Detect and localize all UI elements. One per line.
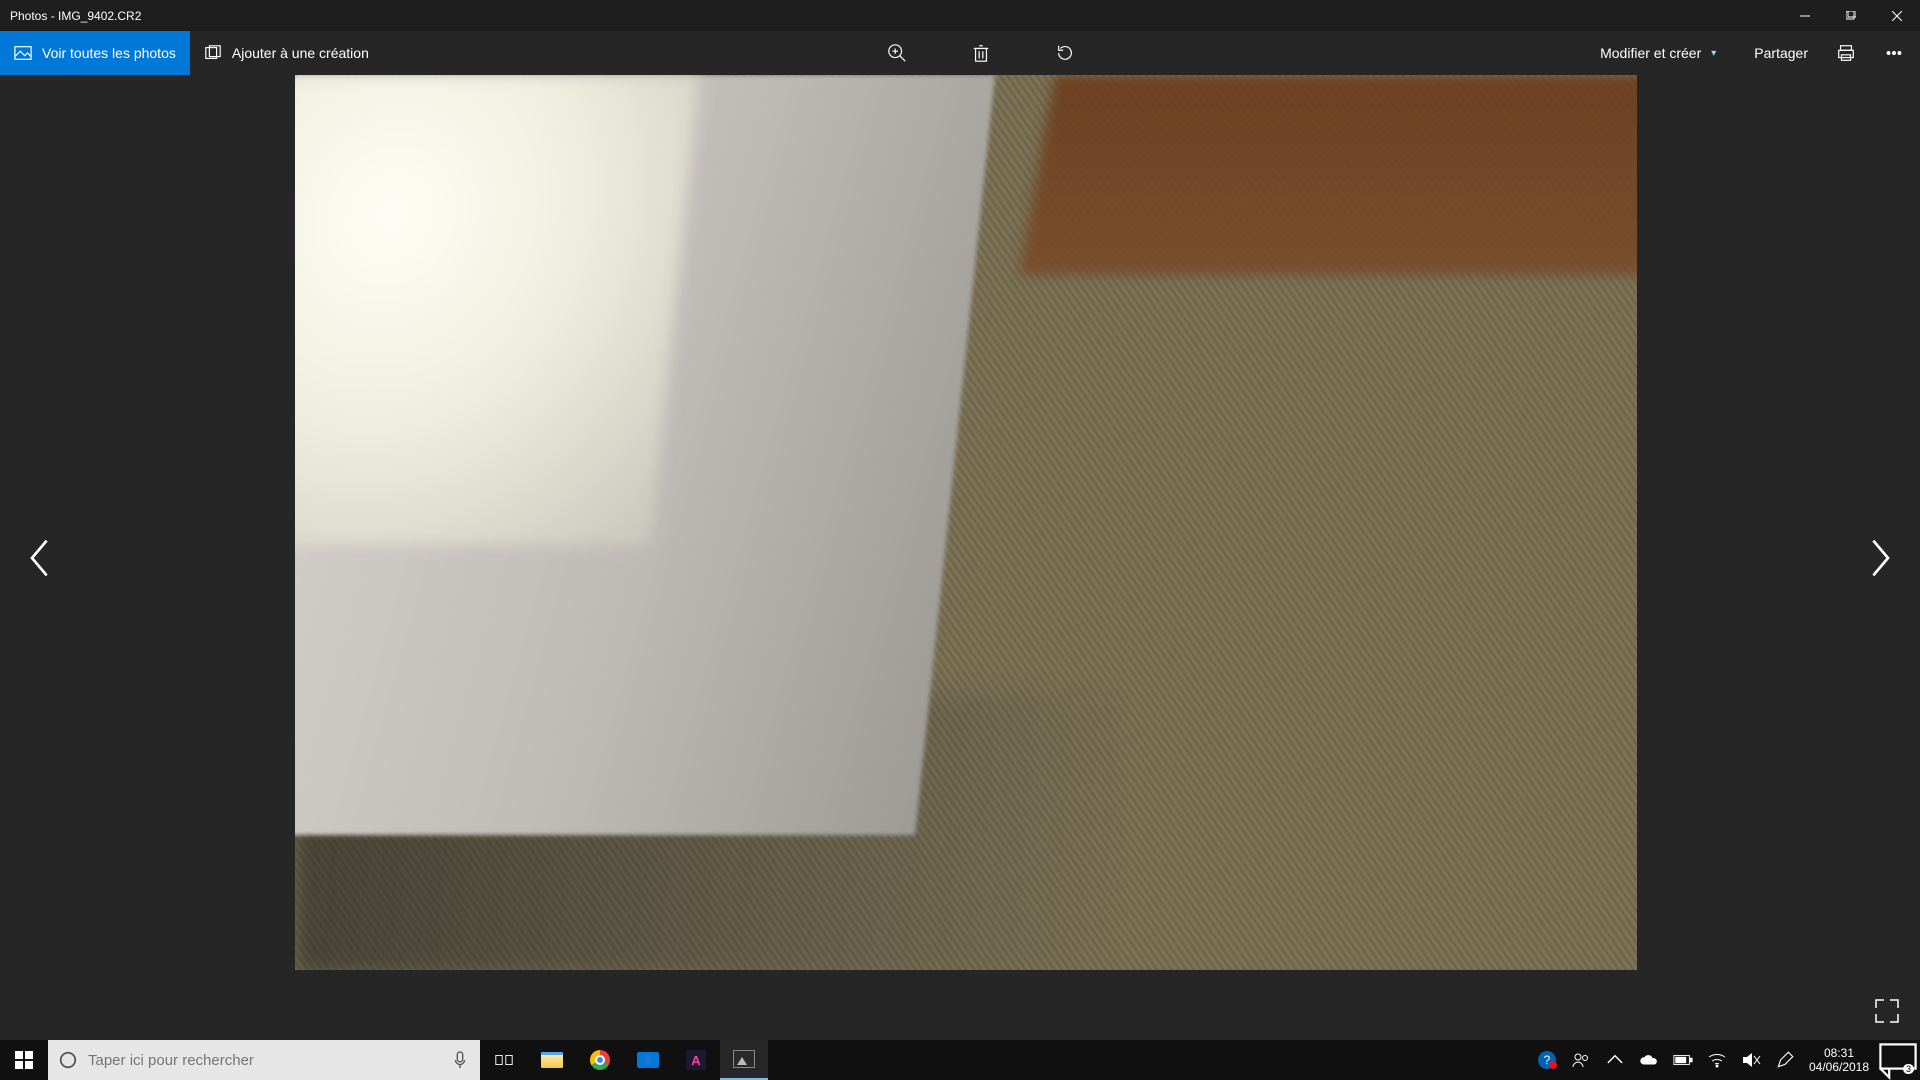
photo-content (295, 75, 1637, 970)
taskbar-app-photos[interactable] (720, 1040, 768, 1080)
action-center-button[interactable]: 3 (1876, 1040, 1920, 1080)
tray-chevron-up-icon[interactable] (1598, 1050, 1632, 1070)
taskbar-search[interactable] (48, 1040, 480, 1080)
microphone-icon[interactable] (440, 1051, 480, 1069)
tray-help-icon[interactable]: ? (1530, 1050, 1564, 1070)
creation-icon (204, 44, 222, 62)
delete-button[interactable] (961, 31, 1001, 75)
chevron-down-icon: ▾ (1711, 48, 1716, 59)
zoom-button[interactable] (877, 31, 917, 75)
clock-date: 04/06/2018 (1809, 1060, 1869, 1074)
tray-wifi-icon[interactable] (1700, 1050, 1734, 1070)
share-label: Partager (1754, 45, 1808, 61)
edit-create-button[interactable]: Modifier et créer ▾ (1580, 31, 1726, 75)
photo-viewer (0, 75, 1920, 1040)
chrome-icon (590, 1050, 610, 1070)
photo-background (1019, 75, 1637, 275)
share-button[interactable]: Partager (1734, 31, 1818, 75)
minimize-button[interactable] (1782, 0, 1828, 31)
contacts-icon: 👤 (637, 1052, 659, 1068)
next-photo-button[interactable] (1860, 528, 1900, 588)
affinity-icon: A (686, 1050, 706, 1070)
add-to-creation-button[interactable]: Ajouter à une création (190, 31, 383, 75)
print-button[interactable] (1826, 31, 1866, 75)
view-all-photos-button[interactable]: Voir toutes les photos (0, 31, 190, 75)
notification-badge: 3 (1903, 1064, 1914, 1074)
taskbar-app-chrome[interactable] (576, 1040, 624, 1080)
more-button[interactable] (1874, 31, 1914, 75)
title-bar: Photos - IMG_9402.CR2 (0, 0, 1920, 31)
window-title: Photos - IMG_9402.CR2 (0, 9, 141, 23)
view-all-label: Voir toutes les photos (42, 45, 176, 61)
taskbar-app-explorer[interactable] (528, 1040, 576, 1080)
edit-create-label: Modifier et créer (1600, 45, 1701, 61)
tray-battery-icon[interactable] (1666, 1050, 1700, 1070)
photos-app-window: Photos - IMG_9402.CR2 Voir toutes les ph… (0, 0, 1920, 1040)
maximize-button[interactable] (1828, 0, 1874, 31)
clock-time: 08:31 (1824, 1046, 1854, 1060)
tray-volume-muted-icon[interactable] (1734, 1050, 1768, 1070)
taskbar-app-affinity[interactable]: A (672, 1040, 720, 1080)
windows-taskbar: 👤 A ? 08:31 04/06/2018 (0, 1040, 1920, 1080)
photo-icon (14, 44, 32, 62)
cortana-icon (48, 1050, 88, 1070)
close-button[interactable] (1874, 0, 1920, 31)
system-tray: ? 08:31 04/06/2018 3 (1530, 1040, 1920, 1080)
tray-people-icon[interactable] (1564, 1050, 1598, 1070)
start-button[interactable] (0, 1040, 48, 1080)
taskbar-apps: 👤 A (528, 1040, 768, 1080)
file-explorer-icon (541, 1052, 563, 1068)
photos-icon (733, 1050, 755, 1068)
photo-background (295, 75, 700, 545)
task-view-button[interactable] (480, 1040, 528, 1080)
tray-pen-icon[interactable] (1768, 1050, 1802, 1070)
previous-photo-button[interactable] (20, 528, 60, 588)
search-input[interactable] (88, 1052, 440, 1069)
tray-onedrive-icon[interactable] (1632, 1050, 1666, 1070)
photos-toolbar: Voir toutes les photos Ajouter à une cré… (0, 31, 1920, 75)
fullscreen-button[interactable] (1874, 998, 1902, 1026)
rotate-button[interactable] (1045, 31, 1085, 75)
taskbar-app-contacts[interactable]: 👤 (624, 1040, 672, 1080)
window-controls (1782, 0, 1920, 31)
taskbar-clock[interactable]: 08:31 04/06/2018 (1802, 1046, 1876, 1074)
add-creation-label: Ajouter à une création (232, 45, 369, 61)
